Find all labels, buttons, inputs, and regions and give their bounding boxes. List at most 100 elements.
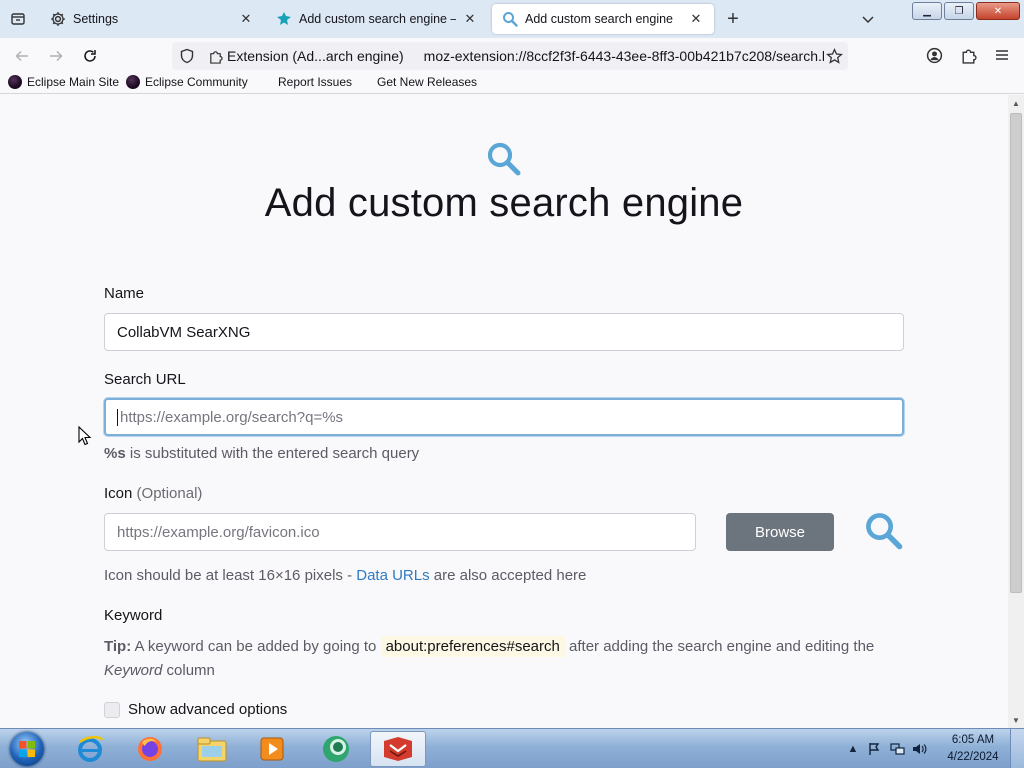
chat-app-icon [323, 736, 349, 762]
tab-overview-button[interactable] [0, 0, 36, 38]
chevron-down-icon [862, 16, 874, 24]
tab-title: Add custom search engine [525, 12, 674, 26]
taskbar-firefox[interactable] [122, 731, 178, 767]
toolbox-app-icon [384, 737, 412, 761]
firefox-icon [138, 737, 162, 761]
system-tray: ▲ 6:05 AM 4/22/2024 [842, 729, 1024, 768]
minimize-button[interactable]: ▁ [912, 2, 942, 20]
forward-button[interactable] [44, 44, 68, 68]
account-button[interactable] [922, 43, 946, 67]
close-window-button[interactable]: ✕ [976, 2, 1020, 20]
close-icon[interactable]: ✕ [462, 11, 478, 27]
gear-icon [50, 11, 66, 27]
window-controls: ▁ ❐ ✕ [912, 2, 1020, 20]
scroll-down-arrow-icon[interactable]: ▼ [1008, 712, 1024, 728]
icon-url-placeholder: https://example.org/favicon.ico [117, 523, 320, 541]
action-center-flag-icon[interactable] [867, 741, 883, 757]
eclipse-favicon [8, 75, 22, 89]
bookmark-star-icon[interactable] [824, 46, 844, 66]
tab-settings[interactable]: Settings ✕ [40, 4, 264, 34]
icon-help-suffix: are also accepted here [429, 567, 587, 584]
tip-text: A keyword can be added by going to [131, 638, 381, 655]
text-caret [117, 408, 118, 426]
taskbar-media-player[interactable] [244, 731, 300, 767]
search-url-placeholder: https://example.org/search?q=%s [120, 408, 344, 426]
taskbar-internet-explorer[interactable] [62, 731, 118, 767]
search-icon [486, 141, 522, 182]
arrow-left-icon [15, 50, 28, 62]
icon-url-input[interactable]: https://example.org/favicon.ico [104, 513, 696, 551]
back-button[interactable] [10, 44, 34, 68]
taskbar-file-explorer[interactable] [184, 731, 240, 767]
tab-add-search-engine[interactable]: Add custom search engine ✕ [492, 4, 714, 34]
name-input[interactable]: CollabVM SearXNG [104, 313, 904, 351]
tab-strip: Settings ✕ Add custom search engine – Ge… [0, 0, 1024, 38]
page-content: Add custom search engine Name CollabVM S… [0, 95, 1008, 728]
tab-list-icon [11, 13, 25, 25]
start-button[interactable] [6, 730, 48, 768]
media-player-icon [260, 737, 284, 761]
network-icon[interactable] [889, 741, 905, 757]
scroll-up-arrow-icon[interactable]: ▲ [1008, 95, 1024, 111]
bookmark-eclipse-main-site[interactable]: Eclipse Main Site [8, 75, 119, 89]
hamburger-menu-icon [996, 50, 1008, 60]
optional-hint: (Optional) [136, 485, 203, 502]
site-identity-button[interactable]: Extension (Ad...arch engine) [202, 45, 410, 67]
navigation-toolbar: Extension (Ad...arch engine) moz-extensi… [0, 38, 1024, 72]
data-urls-link[interactable]: Data URLs [356, 567, 429, 584]
url-bar[interactable]: Extension (Ad...arch engine) moz-extensi… [172, 42, 848, 70]
scrollbar-thumb[interactable] [1010, 113, 1022, 593]
extension-puzzle-icon [276, 11, 292, 27]
browse-button[interactable]: Browse [726, 513, 834, 551]
show-desktop-button[interactable] [1010, 729, 1024, 768]
bookmark-label: Report Issues [278, 75, 353, 89]
advanced-options-label: Show advanced options [128, 701, 288, 718]
search-url-input[interactable]: https://example.org/search?q=%s [104, 398, 904, 436]
tab-title: Add custom search engine – Ge [299, 12, 456, 26]
name-label: Name [104, 285, 145, 302]
page-scrollbar[interactable]: ▲ ▼ [1008, 95, 1024, 728]
file-explorer-icon [197, 737, 227, 762]
icon-label: Icon (Optional) [104, 485, 202, 502]
search-icon [502, 11, 518, 27]
new-tab-button[interactable]: + [722, 8, 744, 30]
taskbar-chat-app[interactable] [308, 731, 364, 767]
bookmark-label: Eclipse Main Site [27, 75, 120, 89]
bookmark-get-new-releases[interactable]: Get New Releases [377, 75, 477, 89]
bookmark-label: Eclipse Community [145, 75, 248, 89]
advanced-options-toggle[interactable]: Show advanced options [104, 701, 287, 718]
tip-text: after adding the search engine and editi… [564, 638, 875, 655]
extensions-button[interactable] [956, 43, 980, 67]
show-hidden-icons-chevron-icon[interactable]: ▲ [845, 741, 861, 757]
bookmark-report-issues[interactable]: Report Issues [278, 75, 352, 89]
tab-title: Settings [73, 12, 119, 26]
advanced-options-checkbox[interactable] [104, 701, 120, 718]
system-clock[interactable]: 6:05 AM 4/22/2024 [936, 732, 1010, 766]
windows-taskbar: ▲ 6:05 AM 4/22/2024 [0, 728, 1024, 768]
tab-add-search-engine-ghostery[interactable]: Add custom search engine – Ge ✕ [266, 4, 488, 34]
site-identity-label: Extension (Ad...arch engine) [227, 48, 404, 64]
reload-button[interactable] [78, 44, 102, 68]
volume-icon[interactable] [911, 741, 927, 757]
placeholder-token: %s [104, 445, 126, 462]
keyword-tip: Tip: A keyword can be added by going to … [104, 635, 904, 683]
icon-help: Icon should be at least 16×16 pixels - D… [104, 567, 586, 584]
eclipse-favicon [126, 75, 140, 89]
keyword-label: Keyword [104, 607, 163, 624]
bookmark-eclipse-community[interactable]: Eclipse Community [126, 75, 248, 89]
taskbar-toolbox-app[interactable] [370, 731, 426, 767]
account-icon [926, 47, 942, 63]
close-icon[interactable]: ✕ [688, 11, 704, 27]
search-url-help: %s is substituted with the entered searc… [104, 445, 419, 462]
search-url-label: Search URL [104, 371, 186, 388]
search-url-help-text: is substituted with the entered search q… [125, 445, 420, 462]
bookmark-label: Get New Releases [377, 75, 478, 89]
tip-text: column [162, 662, 215, 679]
preferences-path-code: about:preferences#search [380, 636, 565, 657]
restore-button[interactable]: ❐ [944, 2, 974, 20]
list-all-tabs-button[interactable] [858, 9, 878, 29]
tracking-protection-shield-icon[interactable] [172, 48, 202, 64]
app-menu-button[interactable] [990, 43, 1014, 67]
mouse-pointer-icon [78, 425, 92, 451]
close-icon[interactable]: ✕ [238, 11, 254, 27]
